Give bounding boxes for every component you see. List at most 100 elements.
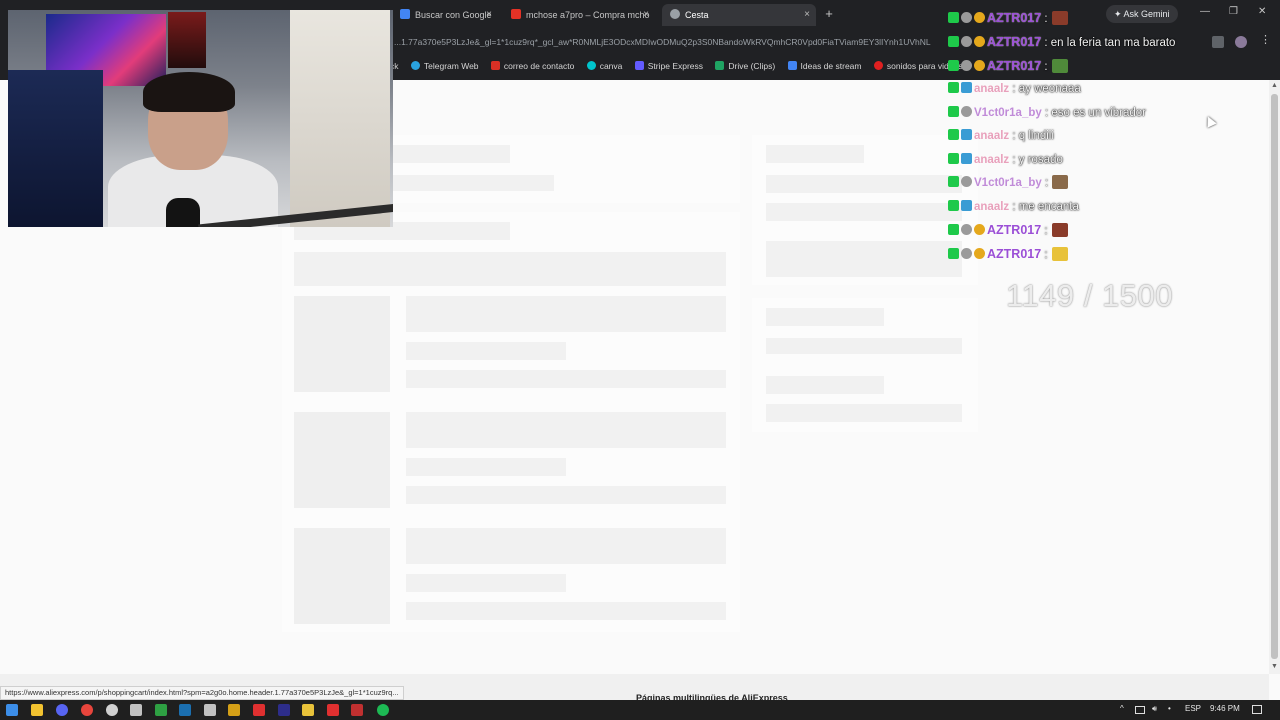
chat-separator: : <box>1041 225 1048 237</box>
scrollbar-thumb[interactable] <box>1271 94 1278 659</box>
moderator-badge-icon <box>961 36 972 47</box>
chrome-icon[interactable] <box>81 704 93 716</box>
docs-icon <box>787 61 797 70</box>
skeleton-line <box>406 370 726 388</box>
skeleton-line <box>406 412 726 448</box>
new-tab-button[interactable]: + <box>822 5 836 23</box>
chat-message: AZTR017 : <box>948 56 1068 76</box>
skeleton-block <box>766 241 962 277</box>
chat-emote-icon <box>1051 247 1068 261</box>
app-13-icon[interactable] <box>302 704 314 716</box>
chat-message: AZTR017 : <box>948 244 1068 264</box>
app-7-icon[interactable] <box>155 704 167 716</box>
streamer-hair <box>143 72 235 112</box>
chat-username: anaalz <box>974 130 1010 142</box>
more-menu-icon[interactable]: ⋮ <box>1260 34 1272 46</box>
volume-icon[interactable]: 🔊︎ <box>1152 704 1157 714</box>
tab-cesta[interactable]: Cesta × <box>662 4 816 26</box>
restore-button[interactable]: ❐ <box>1229 6 1238 17</box>
chat-message: anaalz : q lindiii <box>948 126 1054 146</box>
kick-badge-icon <box>948 224 959 235</box>
tab-mchose[interactable]: mchose a7pro – Compra mcho × <box>503 4 655 26</box>
chat-message-text: eso es un vibrador <box>1048 107 1146 119</box>
bookmark-ideas[interactable]: Ideas de stream <box>787 58 861 74</box>
gift-badge-icon <box>974 36 985 47</box>
clock[interactable]: 9:46 PM <box>1210 704 1240 713</box>
ask-gemini-label: Ask Gemini <box>1123 9 1170 19</box>
bookmark-telegram[interactable]: Telegram Web <box>410 58 479 74</box>
chat-message-text: me encanta <box>1015 201 1079 213</box>
notifications-icon[interactable] <box>1252 705 1262 714</box>
microphone-icon[interactable]: • <box>1168 704 1171 713</box>
tab-title: mchose a7pro – Compra mcho <box>526 10 650 20</box>
bookmark-stripe[interactable]: Stripe Express <box>634 58 703 74</box>
ask-gemini-button[interactable]: ✦ Ask Gemini <box>1106 5 1178 23</box>
close-window-button[interactable]: ✕ <box>1258 6 1266 17</box>
app-9-icon[interactable] <box>204 704 216 716</box>
skeleton-line <box>766 203 962 221</box>
premiere-icon[interactable] <box>278 704 290 716</box>
file-explorer-icon[interactable] <box>31 704 43 716</box>
skeleton-line <box>766 308 884 326</box>
start-icon[interactable] <box>6 704 18 716</box>
skeleton-cart-list <box>282 212 740 632</box>
close-tab-icon[interactable]: × <box>486 4 492 26</box>
app-14-icon[interactable] <box>327 704 339 716</box>
moderator-badge-icon <box>961 176 972 187</box>
scroll-down-icon[interactable]: ▼ <box>1271 663 1278 670</box>
app-15-icon[interactable] <box>351 704 363 716</box>
kick-badge-icon <box>948 82 959 93</box>
chat-username: AZTR017 <box>987 223 1042 237</box>
chat-message: anaalz : y rosado <box>948 150 1063 170</box>
close-tab-icon[interactable]: × <box>643 4 649 26</box>
discord-icon[interactable] <box>56 704 68 716</box>
chat-message-text: en la feria tan ma barato <box>1047 37 1176 49</box>
skeleton-summary <box>752 135 978 285</box>
chat-separator: : <box>1041 13 1048 25</box>
minimize-button[interactable]: — <box>1200 6 1210 17</box>
scroll-up-icon[interactable]: ▲ <box>1271 82 1278 89</box>
app-11-icon[interactable] <box>253 704 265 716</box>
chat-message: AZTR017 : en la feria tan ma barato <box>948 32 1175 52</box>
chat-separator: : <box>1041 177 1049 189</box>
obs-icon[interactable] <box>106 704 118 716</box>
chat-message-text: q lindiii <box>1015 130 1054 142</box>
bookmark-drive[interactable]: Drive (Clips) <box>715 58 775 74</box>
skeleton-line <box>406 574 566 592</box>
chat-emote-icon <box>1052 175 1069 189</box>
aliexpress-icon <box>511 9 521 19</box>
bookmark-correo[interactable]: correo de contacto <box>490 58 574 74</box>
profile-avatar[interactable] <box>1235 36 1247 48</box>
skeleton-thumbnail <box>294 412 390 508</box>
microphone <box>166 198 200 227</box>
language-indicator[interactable]: ESP <box>1185 704 1201 713</box>
skeleton-line <box>406 602 726 620</box>
moderator-badge-icon <box>961 224 972 235</box>
steam-icon[interactable] <box>179 704 191 716</box>
bookmark-canva[interactable]: canva <box>586 58 622 74</box>
skeleton-line <box>766 175 962 193</box>
skeleton-line <box>406 296 726 332</box>
customize-chrome-icon[interactable] <box>1212 36 1224 48</box>
spotify-icon[interactable] <box>377 704 389 716</box>
page-scrollbar[interactable]: ▲ ▼ <box>1269 80 1280 674</box>
chat-message: V1ct0r1a_by : <box>948 173 1069 193</box>
chat-username: anaalz <box>974 201 1010 213</box>
chat-message-text: ay weonaaa <box>1015 83 1081 95</box>
app-10-icon[interactable] <box>228 704 240 716</box>
chevron-up-icon[interactable]: ^ <box>1120 704 1124 713</box>
chat-username: anaalz <box>974 83 1010 95</box>
chat-username: V1ct0r1a_by <box>974 107 1042 119</box>
gemini-icon: ✦ <box>1114 9 1124 19</box>
network-icon[interactable] <box>1135 706 1145 714</box>
chat-separator: : <box>1041 249 1048 261</box>
kick-badge-icon <box>948 12 959 23</box>
chat-username: V1ct0r1a_by <box>974 177 1042 189</box>
tab-google-search[interactable]: Buscar con Google × <box>392 4 498 26</box>
address-bar[interactable]: ...1.77a370e5P3LzJe&_gl=1*1cuz9rq*_gcl_a… <box>394 31 954 53</box>
chat-emote-icon <box>1051 59 1068 73</box>
close-tab-icon[interactable]: × <box>804 4 810 26</box>
app-6-icon[interactable] <box>130 704 142 716</box>
kick-badge-icon <box>948 129 959 140</box>
skeleton-thumbnail <box>294 296 390 392</box>
